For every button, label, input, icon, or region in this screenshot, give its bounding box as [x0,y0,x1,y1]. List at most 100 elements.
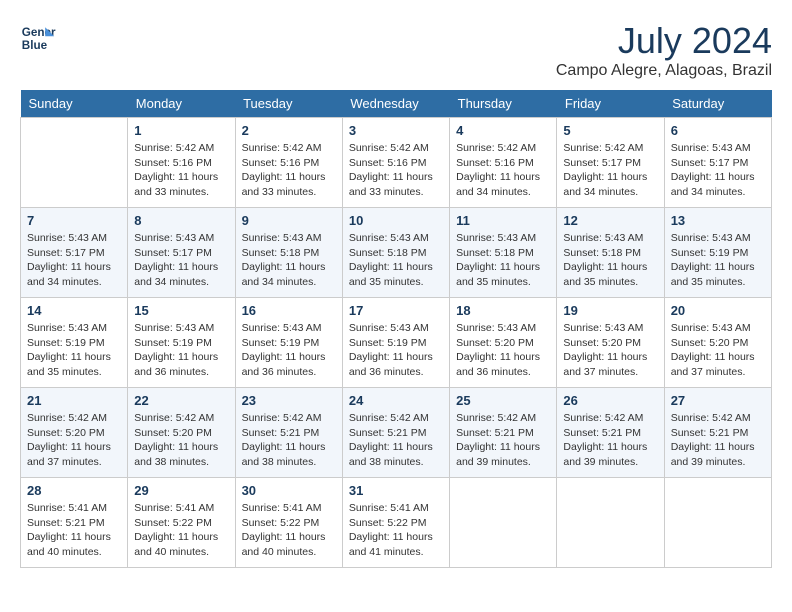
day-number: 28 [27,483,121,498]
calendar-cell: 12 Sunrise: 5:43 AMSunset: 5:18 PMDayligh… [557,208,664,298]
day-number: 18 [456,303,550,318]
day-info: Sunrise: 5:42 AMSunset: 5:21 PMDaylight:… [671,411,765,470]
day-info: Sunrise: 5:43 AMSunset: 5:20 PMDaylight:… [456,321,550,380]
day-number: 22 [134,393,228,408]
calendar-cell [557,478,664,568]
calendar-cell: 26 Sunrise: 5:42 AMSunset: 5:21 PMDayligh… [557,388,664,478]
day-info: Sunrise: 5:41 AMSunset: 5:22 PMDaylight:… [349,501,443,560]
logo-icon: General Blue [20,20,56,56]
day-info: Sunrise: 5:42 AMSunset: 5:20 PMDaylight:… [27,411,121,470]
calendar-week-row: 28 Sunrise: 5:41 AMSunset: 5:21 PMDayligh… [21,478,772,568]
day-number: 25 [456,393,550,408]
calendar-cell: 8Sunrise: 5:43 AMSunset: 5:17 PMDaylight… [128,208,235,298]
calendar-cell: 16 Sunrise: 5:43 AMSunset: 5:19 PMDayligh… [235,298,342,388]
calendar-cell: 5Sunrise: 5:42 AMSunset: 5:17 PMDaylight… [557,118,664,208]
day-info: Sunrise: 5:43 AMSunset: 5:17 PMDaylight:… [671,141,765,200]
calendar-cell [664,478,771,568]
calendar-cell: 25 Sunrise: 5:42 AMSunset: 5:21 PMDayligh… [450,388,557,478]
day-number: 12 [563,213,657,228]
calendar-cell: 14Sunrise: 5:43 AMSunset: 5:19 PMDayligh… [21,298,128,388]
day-number: 15 [134,303,228,318]
calendar-week-row: 7 Sunrise: 5:43 AMSunset: 5:17 PMDaylight… [21,208,772,298]
day-info: Sunrise: 5:43 AMSunset: 5:18 PMDaylight:… [349,231,443,290]
day-number: 14 [27,303,121,318]
day-info: Sunrise: 5:43 AMSunset: 5:19 PMDaylight:… [349,321,443,380]
day-number: 10 [349,213,443,228]
day-info: Sunrise: 5:41 AMSunset: 5:22 PMDaylight:… [242,501,336,560]
day-number: 1 [134,123,228,138]
day-info: Sunrise: 5:42 AMSunset: 5:21 PMDaylight:… [349,411,443,470]
day-number: 16 [242,303,336,318]
calendar-cell: 27 Sunrise: 5:42 AMSunset: 5:21 PMDayligh… [664,388,771,478]
day-info: Sunrise: 5:43 AMSunset: 5:18 PMDaylight:… [456,231,550,290]
calendar-week-row: 14 Sunrise: 5:43 AMSunset: 5:19 PMDayligh… [21,298,772,388]
calendar-cell: 31Sunrise: 5:41 AMSunset: 5:22 PMDayligh… [342,478,449,568]
day-info: Sunrise: 5:43 AMSunset: 5:18 PMDaylight:… [563,231,657,290]
calendar-cell: 4Sunrise: 5:42 AMSunset: 5:16 PMDaylight… [450,118,557,208]
day-info: Sunrise: 5:43 AMSunset: 5:19 PMDaylight:… [134,321,228,380]
month-year: July 2024 [556,20,772,62]
calendar-header-row: SundayMondayTuesdayWednesdayThursdayFrid… [21,90,772,118]
location: Campo Alegre, Alagoas, Brazil [556,62,772,80]
calendar-cell: 17 Sunrise: 5:43 AMSunset: 5:19 PMDayligh… [342,298,449,388]
day-info: Sunrise: 5:41 AMSunset: 5:22 PMDaylight:… [134,501,228,560]
day-number: 26 [563,393,657,408]
logo: General Blue General Blue [20,20,56,56]
calendar-cell: 23Sunrise: 5:42 AMSunset: 5:21 PMDayligh… [235,388,342,478]
day-number: 19 [563,303,657,318]
svg-text:General: General [22,26,56,39]
weekday-header: Friday [557,90,664,118]
day-info: Sunrise: 5:42 AMSunset: 5:20 PMDaylight:… [134,411,228,470]
calendar-cell: 20Sunrise: 5:43 AMSunset: 5:20 PMDayligh… [664,298,771,388]
day-info: Sunrise: 5:41 AMSunset: 5:21 PMDaylight:… [27,501,121,560]
day-number: 3 [349,123,443,138]
calendar-week-row: 21 Sunrise: 5:42 AMSunset: 5:20 PMDayligh… [21,388,772,478]
day-info: Sunrise: 5:43 AMSunset: 5:20 PMDaylight:… [671,321,765,380]
day-info: Sunrise: 5:42 AMSunset: 5:21 PMDaylight:… [242,411,336,470]
weekday-header: Monday [128,90,235,118]
calendar-cell: 11 Sunrise: 5:43 AMSunset: 5:18 PMDayligh… [450,208,557,298]
day-info: Sunrise: 5:42 AMSunset: 5:16 PMDaylight:… [456,141,550,200]
day-info: Sunrise: 5:43 AMSunset: 5:17 PMDaylight:… [27,231,121,290]
calendar-cell: 15 Sunrise: 5:43 AMSunset: 5:19 PMDayligh… [128,298,235,388]
calendar-cell: 1 Sunrise: 5:42 AMSunset: 5:16 PMDaylight… [128,118,235,208]
day-number: 9 [242,213,336,228]
weekday-header: Sunday [21,90,128,118]
day-number: 6 [671,123,765,138]
calendar-cell: 19 Sunrise: 5:43 AMSunset: 5:20 PMDayligh… [557,298,664,388]
calendar-cell: 18 Sunrise: 5:43 AMSunset: 5:20 PMDayligh… [450,298,557,388]
day-info: Sunrise: 5:43 AMSunset: 5:18 PMDaylight:… [242,231,336,290]
day-number: 21 [27,393,121,408]
weekday-header: Tuesday [235,90,342,118]
calendar-cell: 28 Sunrise: 5:41 AMSunset: 5:21 PMDayligh… [21,478,128,568]
calendar-cell: 10 Sunrise: 5:43 AMSunset: 5:18 PMDayligh… [342,208,449,298]
day-number: 13 [671,213,765,228]
day-info: Sunrise: 5:42 AMSunset: 5:21 PMDaylight:… [563,411,657,470]
day-info: Sunrise: 5:42 AMSunset: 5:16 PMDaylight:… [134,141,228,200]
day-info: Sunrise: 5:43 AMSunset: 5:19 PMDaylight:… [671,231,765,290]
day-number: 30 [242,483,336,498]
day-number: 24 [349,393,443,408]
day-number: 27 [671,393,765,408]
calendar-cell: 7 Sunrise: 5:43 AMSunset: 5:17 PMDaylight… [21,208,128,298]
weekday-header: Wednesday [342,90,449,118]
day-info: Sunrise: 5:42 AMSunset: 5:21 PMDaylight:… [456,411,550,470]
day-number: 7 [27,213,121,228]
calendar-cell [450,478,557,568]
calendar-week-row: 1 Sunrise: 5:42 AMSunset: 5:16 PMDaylight… [21,118,772,208]
calendar-cell: 30 Sunrise: 5:41 AMSunset: 5:22 PMDayligh… [235,478,342,568]
day-number: 11 [456,213,550,228]
calendar-cell: 2Sunrise: 5:42 AMSunset: 5:16 PMDaylight… [235,118,342,208]
day-info: Sunrise: 5:43 AMSunset: 5:19 PMDaylight:… [242,321,336,380]
day-number: 17 [349,303,443,318]
weekday-header: Saturday [664,90,771,118]
calendar-cell: 6 Sunrise: 5:43 AMSunset: 5:17 PMDaylight… [664,118,771,208]
calendar-cell: 13 Sunrise: 5:43 AMSunset: 5:19 PMDayligh… [664,208,771,298]
title-section: July 2024 Campo Alegre, Alagoas, Brazil [556,20,772,80]
calendar-cell: 22 Sunrise: 5:42 AMSunset: 5:20 PMDayligh… [128,388,235,478]
svg-text:Blue: Blue [22,39,48,52]
day-info: Sunrise: 5:43 AMSunset: 5:20 PMDaylight:… [563,321,657,380]
day-number: 2 [242,123,336,138]
day-number: 5 [563,123,657,138]
calendar-table: SundayMondayTuesdayWednesdayThursdayFrid… [20,90,772,568]
